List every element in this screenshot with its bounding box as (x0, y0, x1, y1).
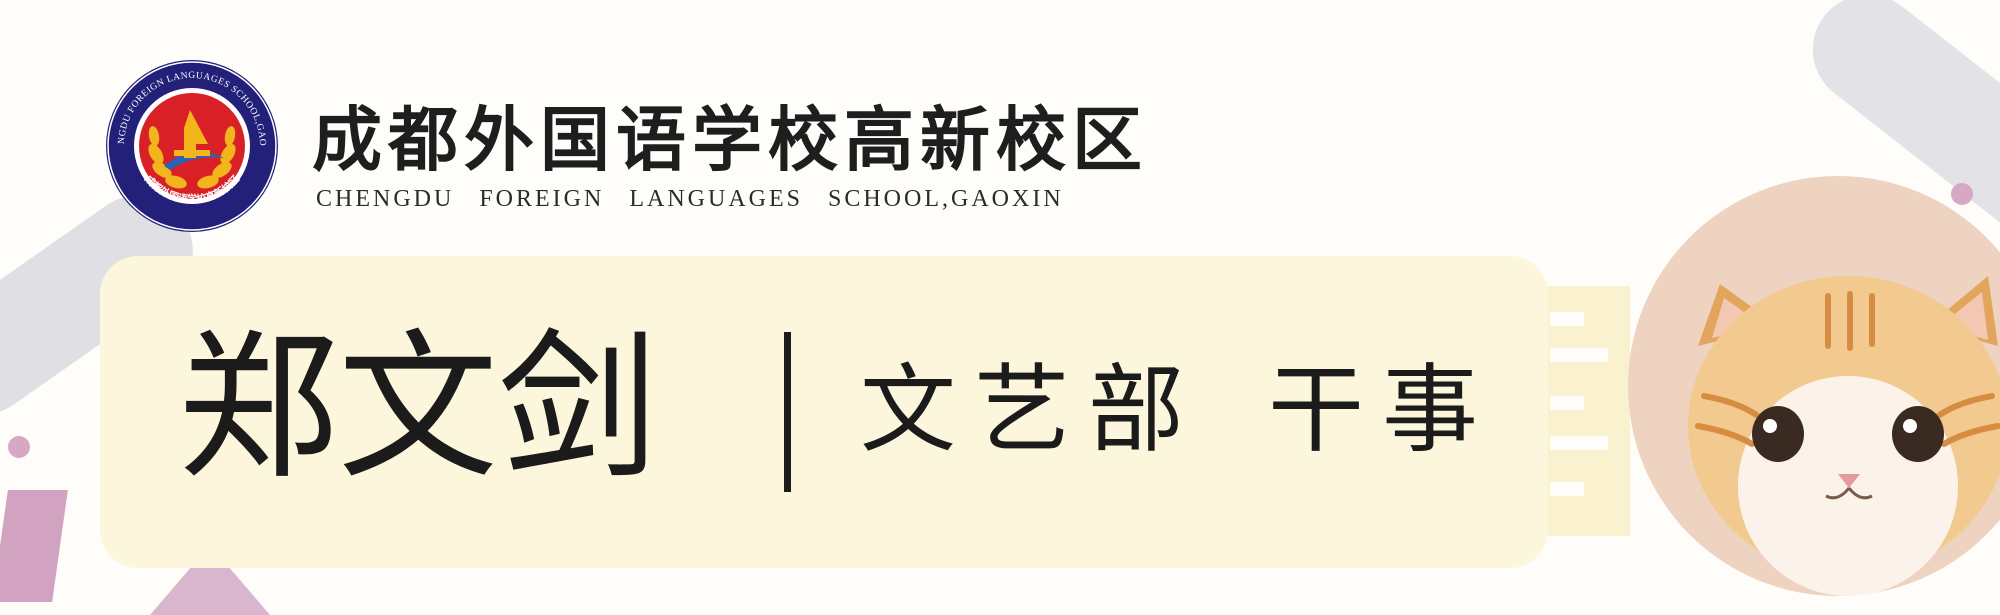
decor-pink-stripe (0, 490, 68, 602)
decor-pink-dot-left (8, 436, 30, 458)
name-divider (784, 332, 791, 492)
school-emblem-icon: CHENGDU FOREIGN LANGUAGES SCHOOL,GAOXIN … (104, 58, 278, 232)
decor-pink-dot-right (1951, 183, 1973, 205)
person-role: 文艺部 干事 (860, 350, 1496, 470)
person-title: 干事 (1268, 354, 1496, 466)
cat-portrait-icon (1688, 276, 2000, 596)
person-name: 郑文剑 (178, 314, 659, 501)
portrait-circle (1628, 176, 2000, 596)
person-department: 文艺部 (860, 354, 1202, 466)
school-name-cn: 成都外国语学校高新校区 (312, 98, 1148, 181)
school-name-en: CHENGDU FOREIGN LANGUAGES SCHOOL,GAOXIN (316, 186, 1064, 212)
